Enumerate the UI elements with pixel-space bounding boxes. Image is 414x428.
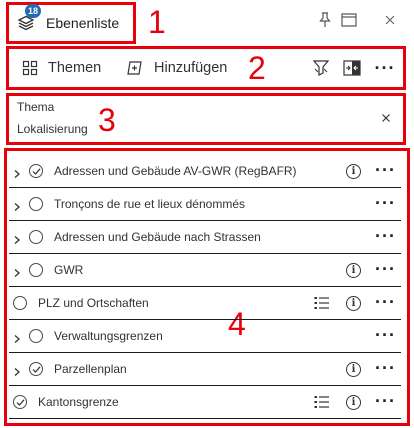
legend-icon[interactable]: [314, 395, 330, 409]
compare-button[interactable]: [341, 57, 363, 79]
filter-map-icon: [312, 60, 330, 76]
layer-row[interactable]: Adressen und Gebäude AV-GWR (RegBAFR) i ··…: [9, 155, 401, 188]
layer-label: Adressen und Gebäude nach Strassen: [54, 230, 261, 244]
close-icon: [385, 15, 395, 25]
info-icon[interactable]: i: [346, 296, 361, 311]
panel-title: Ebenenliste: [46, 15, 120, 31]
clear-filter-button[interactable]: [375, 107, 397, 129]
layer-label: Adressen und Gebäude AV-GWR (RegBAFR): [54, 164, 297, 178]
themes-label: Themen: [48, 60, 102, 76]
compare-icon: [343, 60, 361, 76]
annotation-box-3: [6, 93, 406, 145]
close-icon: [382, 114, 390, 122]
chevron-right-icon[interactable]: [12, 364, 22, 376]
layer-row[interactable]: Kantonsgrenze i ···: [9, 386, 401, 419]
layer-count-badge: 18: [25, 4, 41, 18]
legend-icon[interactable]: [314, 296, 330, 310]
layer-label: Verwaltungsgrenzen: [54, 329, 163, 343]
chevron-right-icon[interactable]: [12, 232, 22, 244]
maximize-icon: [341, 13, 357, 27]
info-icon[interactable]: i: [346, 362, 361, 377]
more-options-icon: ···: [374, 58, 396, 78]
theme-filter-label: Thema: [17, 100, 55, 114]
visibility-unchecked-icon[interactable]: [29, 197, 43, 211]
info-icon[interactable]: i: [346, 164, 361, 179]
layer-more-options-icon[interactable]: ···: [375, 227, 396, 245]
layer-row[interactable]: Parzellenplan i ···: [9, 353, 401, 386]
close-panel-button[interactable]: [379, 9, 401, 31]
annotation-number-3: 3: [98, 102, 116, 138]
layer-more-options-icon[interactable]: ···: [375, 293, 396, 311]
visibility-checked-icon[interactable]: [29, 164, 43, 178]
chevron-right-icon[interactable]: [12, 166, 22, 178]
add-label: Hinzufügen: [154, 60, 228, 76]
visibility-unchecked-icon[interactable]: [13, 296, 27, 310]
add-data-button[interactable]: Hinzufügen: [126, 56, 227, 80]
layer-label: Kantonsgrenze: [38, 395, 119, 409]
grid-icon: [22, 60, 38, 76]
toolbar-more-button[interactable]: ···: [374, 57, 396, 79]
layer-label: Tronçons de rue et lieux dénommés: [54, 197, 245, 211]
visibility-checked-icon[interactable]: [13, 395, 27, 409]
layer-label: Parzellenplan: [54, 362, 127, 376]
layer-row[interactable]: Adressen und Gebäude nach Strassen ···: [9, 221, 401, 254]
layer-label: PLZ und Ortschaften: [38, 296, 149, 310]
row-divider: [9, 418, 401, 419]
visibility-checked-icon[interactable]: [29, 362, 43, 376]
annotation-number-1: 1: [148, 4, 166, 40]
localization-filter-label: Lokalisierung: [17, 122, 88, 136]
chevron-right-icon[interactable]: [12, 331, 22, 343]
annotation-number-2: 2: [248, 50, 266, 86]
visibility-unchecked-icon[interactable]: [29, 230, 43, 244]
add-layer-icon: [127, 61, 142, 75]
chevron-right-icon[interactable]: [12, 265, 22, 277]
info-icon[interactable]: i: [346, 395, 361, 410]
layer-row[interactable]: PLZ und Ortschaften i ···: [9, 287, 401, 320]
layer-more-options-icon[interactable]: ···: [375, 260, 396, 278]
themes-button[interactable]: Themen: [22, 56, 101, 80]
filter-layers-button[interactable]: [310, 57, 332, 79]
visibility-unchecked-icon[interactable]: [29, 263, 43, 277]
layer-row[interactable]: Verwaltungsgrenzen ···: [9, 320, 401, 353]
maximize-button[interactable]: [338, 9, 360, 31]
pin-icon: [319, 12, 331, 27]
layer-label: GWR: [54, 263, 84, 277]
visibility-unchecked-icon[interactable]: [29, 329, 43, 343]
layer-more-options-icon[interactable]: ···: [375, 326, 396, 344]
layer-more-options-icon[interactable]: ···: [375, 194, 396, 212]
layer-more-options-icon[interactable]: ···: [375, 392, 396, 410]
chevron-right-icon[interactable]: [12, 199, 22, 211]
pin-button[interactable]: [314, 9, 336, 31]
layer-list-tab[interactable]: 18 Ebenenliste: [8, 4, 136, 42]
layer-row[interactable]: GWR i ···: [9, 254, 401, 287]
layer-more-options-icon[interactable]: ···: [375, 161, 396, 179]
layer-row[interactable]: Tronçons de rue et lieux dénommés ···: [9, 188, 401, 221]
info-icon[interactable]: i: [346, 263, 361, 278]
layer-more-options-icon[interactable]: ···: [375, 359, 396, 377]
